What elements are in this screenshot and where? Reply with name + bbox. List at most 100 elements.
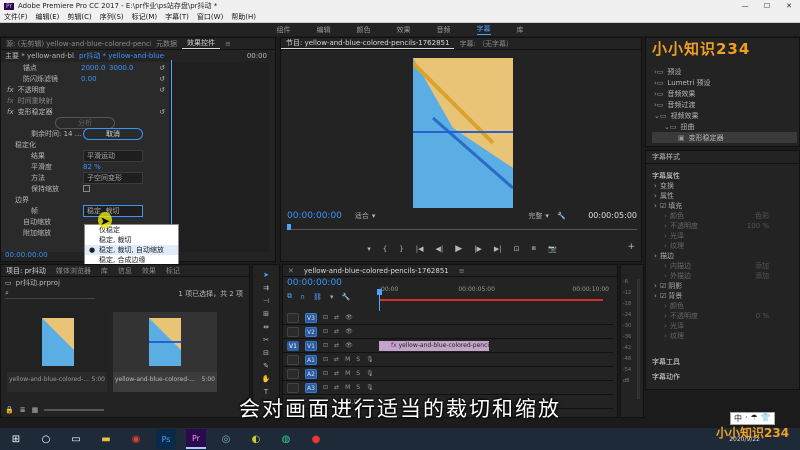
title-prop-value[interactable]: 色彩	[755, 211, 769, 221]
source-patch-toggle[interactable]	[287, 368, 299, 379]
workspace-assembly[interactable]: 组件	[277, 25, 291, 35]
microphone-icon[interactable]: 🎙	[366, 356, 374, 363]
windows-start-icon[interactable]: ⊞	[6, 429, 26, 449]
menu-sequence[interactable]: 序列(S)	[96, 12, 128, 22]
timeline-track-v2[interactable]: V2 ⊡ ⇄ 👁	[283, 325, 613, 339]
project-clip-thumbnail[interactable]: yellow-and-blue-colored-... 5:00	[7, 312, 107, 392]
framing-dropdown[interactable]: 稳定, 裁切	[83, 204, 143, 217]
timeline-track-a1[interactable]: A1 ⊡ ⇄ M S 🎙	[283, 353, 613, 367]
framing-option-stabilize-only[interactable]: 仅稳定	[85, 225, 178, 235]
panel-menu-icon[interactable]: ≡	[454, 267, 470, 275]
track-target-toggle[interactable]: A3	[305, 382, 317, 393]
tab-effects[interactable]: 效果	[137, 266, 161, 276]
file-explorer-icon[interactable]: ▬	[96, 429, 116, 449]
title-prop-row[interactable]: › ☑ 阴影	[646, 281, 799, 291]
sync-lock-icon[interactable]: ⇄	[334, 314, 339, 321]
title-prop-row[interactable]: › 外描边 添加	[646, 271, 799, 281]
timeline-playhead-head[interactable]	[377, 289, 382, 295]
reset-icon[interactable]: ↺	[159, 75, 165, 83]
menu-clip[interactable]: 剪辑(C)	[63, 12, 95, 22]
lock-icon[interactable]: ⊡	[323, 342, 328, 349]
menu-help[interactable]: 帮助(H)	[227, 12, 260, 22]
track-target-toggle[interactable]: A1	[305, 354, 317, 365]
extract-icon[interactable]: ⧈	[532, 244, 536, 253]
tab-program[interactable]: 节目: yellow-and-blue-colored-pencils-1762…	[281, 38, 455, 49]
fx-warp-stabilizer-row[interactable]: fx 变形稳定器 ↺	[1, 106, 169, 117]
lock-icon[interactable]: ⊡	[323, 370, 328, 377]
ime-skin-icon[interactable]: 👕	[761, 413, 771, 424]
marker-icon[interactable]: ▾	[367, 245, 371, 253]
timeline-track-v1[interactable]: V1 V1 ⊡ ⇄ 👁 fx yellow-and-blue-colored-pencil…	[283, 339, 613, 353]
app-icon[interactable]: ◐	[246, 429, 266, 449]
minimize-button[interactable]: —	[734, 2, 756, 10]
effect-mini-timeline[interactable]	[169, 62, 269, 252]
timeline-ruler[interactable]: :00:00 00:00:05:00 00:00:10:00	[379, 281, 609, 297]
solo-icon[interactable]: S	[356, 384, 360, 391]
eye-icon[interactable]: 👁	[345, 314, 353, 321]
master-clip-tab[interactable]: 主要 * yellow-and-bl...	[5, 51, 75, 61]
menu-window[interactable]: 窗口(W)	[193, 12, 227, 22]
title-prop-row[interactable]: › 颜色 色彩	[646, 211, 799, 221]
timeline-clip[interactable]: fx yellow-and-blue-colored-pencils-17628…	[379, 340, 489, 351]
title-prop-row[interactable]: › 属性	[646, 191, 799, 201]
project-sequence-thumbnail[interactable]: yellow-and-blue-colored-... 5:00	[113, 312, 217, 392]
fx-time-remap-row[interactable]: fx 时间重映射	[1, 95, 169, 106]
sync-lock-icon[interactable]: ⇄	[334, 356, 339, 363]
effects-tree-item[interactable]: ⌄▭ 扭曲	[652, 121, 797, 132]
play-icon[interactable]: ▶	[455, 244, 462, 254]
go-to-in-icon[interactable]: |◀	[416, 245, 424, 253]
close-tab-icon[interactable]: ✕	[283, 267, 299, 275]
framing-option-crop[interactable]: 稳定, 裁切	[85, 235, 178, 245]
add-marker-icon[interactable]: ▾	[330, 293, 334, 301]
track-target-toggle[interactable]: A2	[305, 368, 317, 379]
microphone-icon[interactable]: 🎙	[366, 384, 374, 391]
track-select-icon[interactable]: ⇉	[263, 284, 269, 292]
wrench-icon[interactable]: 🔧	[557, 212, 566, 220]
method-dropdown[interactable]: 子空间变形	[83, 171, 143, 184]
effects-tree-item-selected[interactable]: ▣ 变形稳定器	[652, 132, 797, 143]
title-prop-row[interactable]: › ☑ 填充	[646, 201, 799, 211]
program-scrubber[interactable]	[287, 226, 637, 230]
step-back-icon[interactable]: ◀|	[435, 245, 443, 253]
lock-icon[interactable]: ⊡	[323, 384, 328, 391]
track-target-toggle[interactable]: V3	[305, 312, 317, 323]
menu-edit[interactable]: 编辑(E)	[32, 12, 64, 22]
timeline-settings-icon[interactable]: 🔧	[342, 293, 351, 301]
workspace-audio[interactable]: 音频	[437, 25, 451, 35]
program-viewer[interactable]	[413, 58, 513, 208]
workspace-color[interactable]: 颜色	[357, 25, 371, 35]
tab-sequence[interactable]: yellow-and-blue-colored-pencils-1762851	[299, 267, 454, 275]
search-icon[interactable]: ○	[36, 429, 56, 449]
sync-lock-icon[interactable]: ⇄	[334, 328, 339, 335]
effects-tree-item[interactable]: ›▭ 预设	[652, 66, 797, 77]
smoothness-value[interactable]: 82 %	[83, 163, 101, 171]
stabilize-section[interactable]: 稳定化	[1, 139, 169, 150]
premiere-icon[interactable]: Pr	[186, 429, 206, 449]
mute-icon[interactable]: M	[345, 370, 350, 377]
tab-info[interactable]: 信息	[113, 266, 137, 276]
record-icon[interactable]: ●	[306, 429, 326, 449]
microphone-icon[interactable]: 🎙	[366, 370, 374, 377]
linked-selection-icon[interactable]: ⛓	[313, 293, 322, 301]
title-prop-row[interactable]: › 内描边 添加	[646, 261, 799, 271]
lift-icon[interactable]: ⊡	[514, 245, 520, 253]
title-prop-value[interactable]: 添加	[755, 261, 769, 271]
quality-dropdown[interactable]: 完整	[525, 211, 545, 221]
slip-tool-icon[interactable]: ⊟	[263, 349, 269, 357]
search-icon[interactable]: ⌕	[5, 289, 95, 299]
close-button[interactable]: ✕	[778, 2, 800, 10]
result-dropdown[interactable]: 平滑运动	[83, 149, 143, 162]
source-patch-toggle[interactable]: V1	[287, 340, 299, 351]
title-prop-row[interactable]: › 描边	[646, 251, 799, 261]
source-patch-toggle[interactable]	[287, 382, 299, 393]
reset-icon[interactable]: ↺	[159, 86, 165, 94]
mute-icon[interactable]: M	[345, 384, 350, 391]
borders-section[interactable]: 边界	[1, 194, 169, 205]
title-prop-row[interactable]: › 纹理	[646, 241, 799, 251]
razor-tool-icon[interactable]: ✂	[263, 336, 269, 344]
title-prop-value[interactable]: 100 %	[747, 222, 769, 230]
chevron-down-icon[interactable]: ▾	[372, 212, 376, 220]
lock-icon[interactable]: ⊡	[323, 314, 328, 321]
cancel-button[interactable]: 取消	[83, 127, 143, 140]
title-prop-row[interactable]: › 纹理	[646, 331, 799, 341]
